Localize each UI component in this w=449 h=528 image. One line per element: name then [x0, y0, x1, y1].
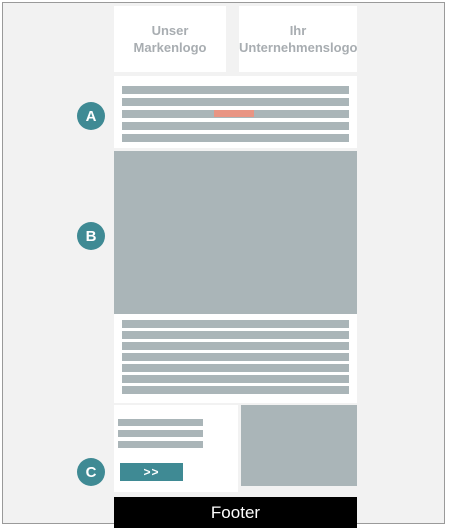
section-c-teaser: >>	[114, 405, 238, 492]
text-line	[122, 134, 349, 142]
marker-c-badge: C	[77, 458, 105, 486]
text-line	[122, 98, 349, 106]
text-line	[122, 320, 349, 328]
text-line	[118, 441, 203, 448]
company-logo-panel: Ihr Unternehmenslogo	[239, 6, 357, 72]
text-line	[118, 419, 203, 426]
footer-bar: Footer	[114, 497, 357, 528]
body-text-block	[114, 314, 357, 403]
text-line	[122, 122, 349, 130]
marker-a-badge: A	[77, 102, 105, 130]
text-line	[122, 331, 349, 339]
cta-button[interactable]: >>	[120, 463, 183, 481]
text-line	[122, 353, 349, 361]
brand-logo-line2: Markenlogo	[133, 40, 207, 55]
hero-image-placeholder	[114, 151, 357, 314]
text-line	[122, 86, 349, 94]
text-line	[122, 364, 349, 372]
company-logo-line1: Ihr	[289, 23, 307, 38]
text-line	[122, 375, 349, 383]
brand-logo-line1: Unser	[151, 23, 189, 38]
brand-logo-label: Unser Markenlogo	[114, 22, 226, 56]
text-line	[122, 386, 349, 394]
marker-b-badge: B	[77, 222, 105, 250]
brand-logo-panel: Unser Markenlogo	[114, 6, 226, 72]
section-a-text-block	[114, 76, 357, 148]
company-logo-label: Ihr Unternehmenslogo	[239, 22, 357, 56]
text-line	[122, 342, 349, 350]
teaser-image-placeholder	[241, 405, 357, 486]
company-logo-line2: Unternehmenslogo	[239, 40, 358, 55]
text-line	[118, 430, 203, 437]
highlighted-link[interactable]	[214, 110, 254, 117]
